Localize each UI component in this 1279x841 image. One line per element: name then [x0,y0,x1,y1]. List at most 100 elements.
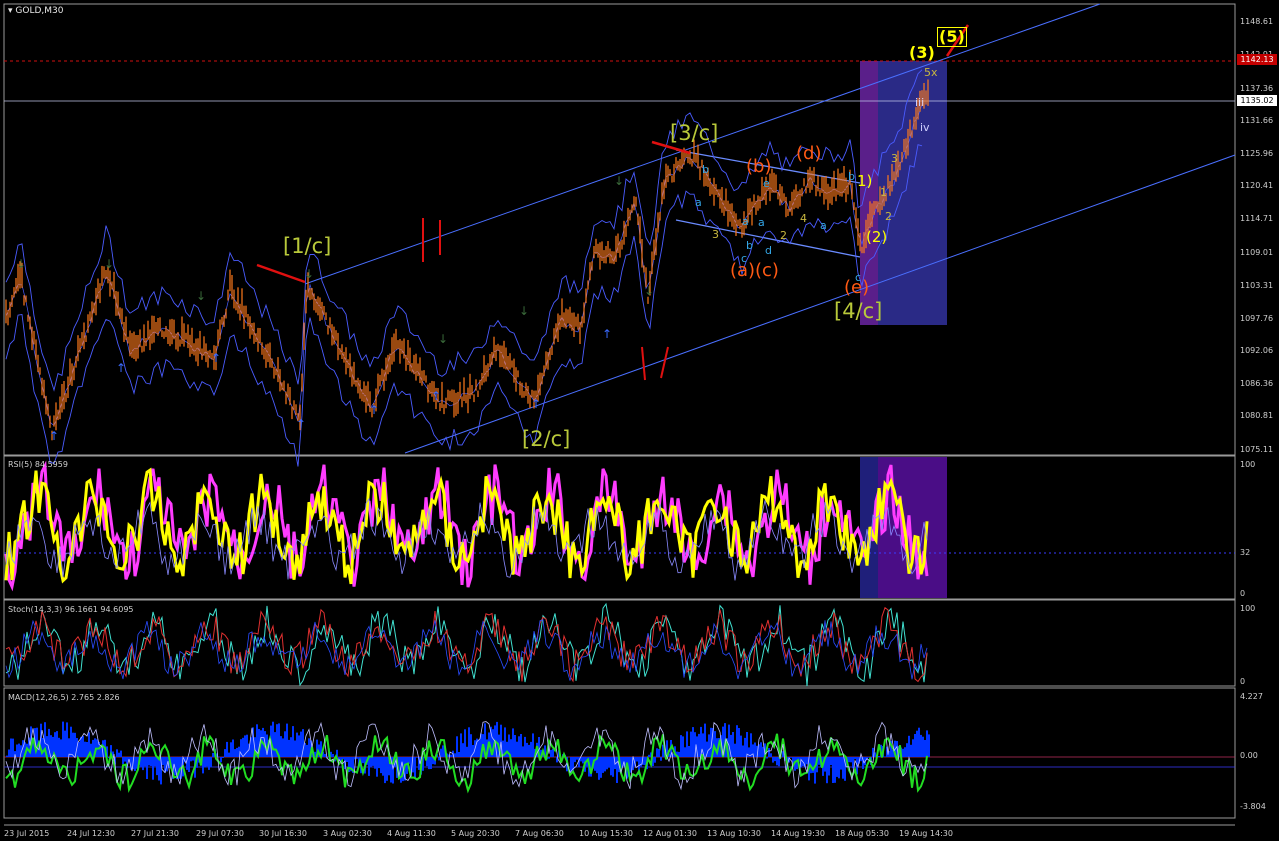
macd-histogram-bar [744,737,746,757]
macd-histogram-bar [294,740,296,757]
time-tick: 13 Aug 10:30 [707,829,761,838]
macd-histogram-bar [514,735,516,757]
macd-histogram-bar [332,754,334,757]
macd-histogram-bar [72,732,74,757]
wave-digit: 5x [924,66,938,79]
rsi-level: 100 [1240,460,1256,469]
wave-digit: a [695,196,702,209]
alert-price-tag[interactable]: 1142.13 [1237,54,1277,65]
macd-histogram-bar [912,739,914,757]
macd-histogram-bar [906,743,908,757]
macd-histogram-bar [454,753,456,757]
rsi-level: 0 [1240,589,1246,598]
macd-histogram-bar [740,735,742,757]
stoch-signal-line [5,606,928,683]
macd-histogram-bar [550,749,552,757]
macd-histogram-bar [8,749,10,757]
macd-histogram-bar [120,750,122,757]
macd-histogram-bar [604,757,606,772]
fractal-down-icon: ↓ [104,257,114,271]
macd-histogram-bar [734,743,736,757]
price-tick: 1075.11 [1240,445,1274,454]
macd-histogram-bar [528,744,530,757]
time-tick: 27 Jul 21:30 [131,829,179,838]
macd-histogram-bar [362,757,364,764]
stoch-title: Stoch(14,3,3) 96.1661 94.6095 [8,605,134,614]
macd-histogram-bar [450,754,452,757]
macd-histogram-bar [850,757,852,763]
macd-histogram-bar [460,733,462,757]
macd-histogram-bar [574,757,576,763]
macd-histogram-bar [920,734,922,757]
macd-histogram-bar [278,723,280,757]
macd-histogram-bar [230,742,232,757]
macd-histogram-bar [146,757,148,779]
time-tick: 7 Aug 06:30 [515,829,564,838]
macd-level: 4.227 [1240,692,1263,701]
macd-histogram-bar [840,757,842,770]
macd-histogram-bar [442,745,444,757]
wave-digit: iv [920,121,930,134]
band-lower [5,144,923,467]
macd-histogram-bar [526,742,528,757]
symbol-title-text: GOLD,M30 [15,6,64,16]
macd-histogram-bar [204,757,206,768]
macd-histogram-bar [576,757,578,760]
macd-histogram-bar [692,727,694,757]
macd-histogram-bar [292,726,294,757]
macd-histogram-bar [842,757,844,779]
macd-histogram-bar [904,747,906,757]
wave-digit: 2 [885,210,892,223]
macd-histogram-bar [222,757,224,758]
macd-histogram-bar [772,757,774,763]
macd-histogram-bar [660,757,662,761]
pane-border [3,455,1236,600]
price-tick: 1097.76 [1240,314,1274,323]
fractal-up-icon: ↑ [431,389,441,403]
macd-histogram-bar [688,746,690,757]
macd-histogram-bar [60,739,62,757]
fractal-up-icon: ↑ [602,327,612,341]
macd-histogram-bar [848,757,850,763]
wave-label-1: 1) [857,172,873,190]
macd-histogram-bar [924,740,926,757]
stoch-level: 0 [1240,677,1246,686]
macd-histogram-bar [70,726,72,757]
chart-canvas[interactable]: ↓ ↓↓↓↓↓↓↓↑↑↑↑↑↑↑↑aba abcdaebc3421235xiiiiv [0,0,1279,841]
rsi-level: 32 [1240,548,1251,557]
macd-histogram-bar [6,755,8,757]
pane-border [3,599,1236,687]
macd-histogram-bar [686,731,688,757]
macd-histogram-bar [466,746,468,757]
macd-histogram-bar [210,757,212,768]
macd-histogram-bar [346,757,348,762]
macd-histogram-bar [58,737,60,757]
macd-histogram-bar [274,732,276,757]
wave-label-2c: [2/c] [522,427,571,451]
channel-line [404,154,1236,454]
collapse-icon[interactable]: ▾ [8,6,13,16]
macd-histogram-bar [704,723,706,757]
symbol-title: ▾ GOLD,M30 [8,6,64,16]
macd-histogram-bar [836,757,838,777]
macd-histogram-bar [372,757,374,766]
macd-histogram-bar [288,739,290,757]
macd-histogram-bar [224,749,226,757]
macd-histogram-bar [532,733,534,757]
fractal-up-icon: ↑ [49,429,59,443]
macd-histogram-bar [234,749,236,757]
macd-histogram-bar [612,757,614,777]
macd-histogram-bar [382,757,384,776]
macd-histogram-bar [768,748,770,757]
macd-histogram-bar [834,757,836,783]
wave-label-a: (a) [730,260,756,281]
macd-histogram-bar [306,744,308,757]
macd-histogram-bar [124,757,126,762]
fractal-down-icon: ↓ [519,304,529,318]
macd-histogram-bar [298,735,300,757]
macd-histogram-bar [714,731,716,757]
current-price-tag: 1135.02 [1237,95,1277,106]
macd-histogram-bar [212,752,214,757]
macd-histogram-bar [84,741,86,757]
macd-histogram-bar [470,734,472,757]
